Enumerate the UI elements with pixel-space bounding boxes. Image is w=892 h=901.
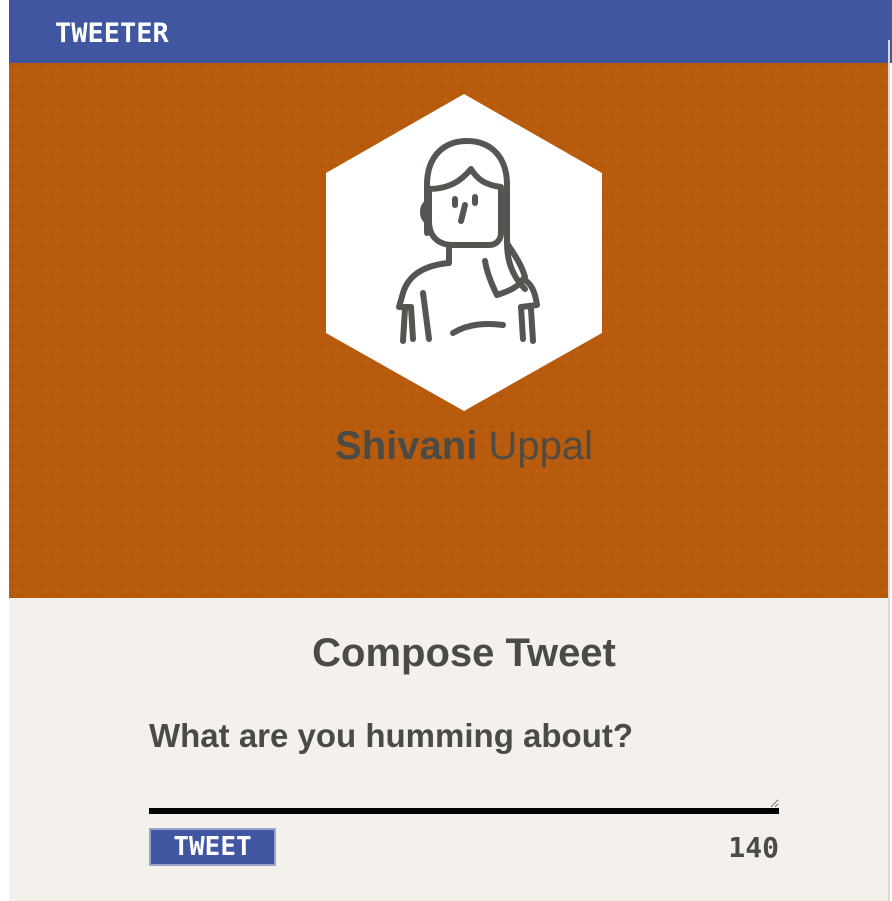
app-title[interactable]: TWEETER	[55, 19, 169, 49]
profile-header: Shivani Uppal	[9, 63, 888, 598]
woman-avatar-icon	[326, 94, 602, 411]
profile-name: Shivani Uppal	[9, 423, 892, 469]
tweet-prompt-label: What are you humming about?	[149, 717, 633, 754]
compose-section: Compose Tweet What are you humming about…	[9, 598, 888, 901]
character-counter: 140	[728, 831, 779, 864]
page-edge-divider	[888, 40, 890, 901]
tweet-button[interactable]: TWEET	[149, 828, 276, 866]
top-nav: TWEETER	[9, 0, 892, 63]
compose-title: Compose Tweet	[312, 631, 616, 675]
profile-first-name: Shivani	[335, 424, 478, 468]
profile-last-name: Uppal	[488, 424, 593, 468]
tweet-textarea[interactable]	[149, 762, 779, 814]
